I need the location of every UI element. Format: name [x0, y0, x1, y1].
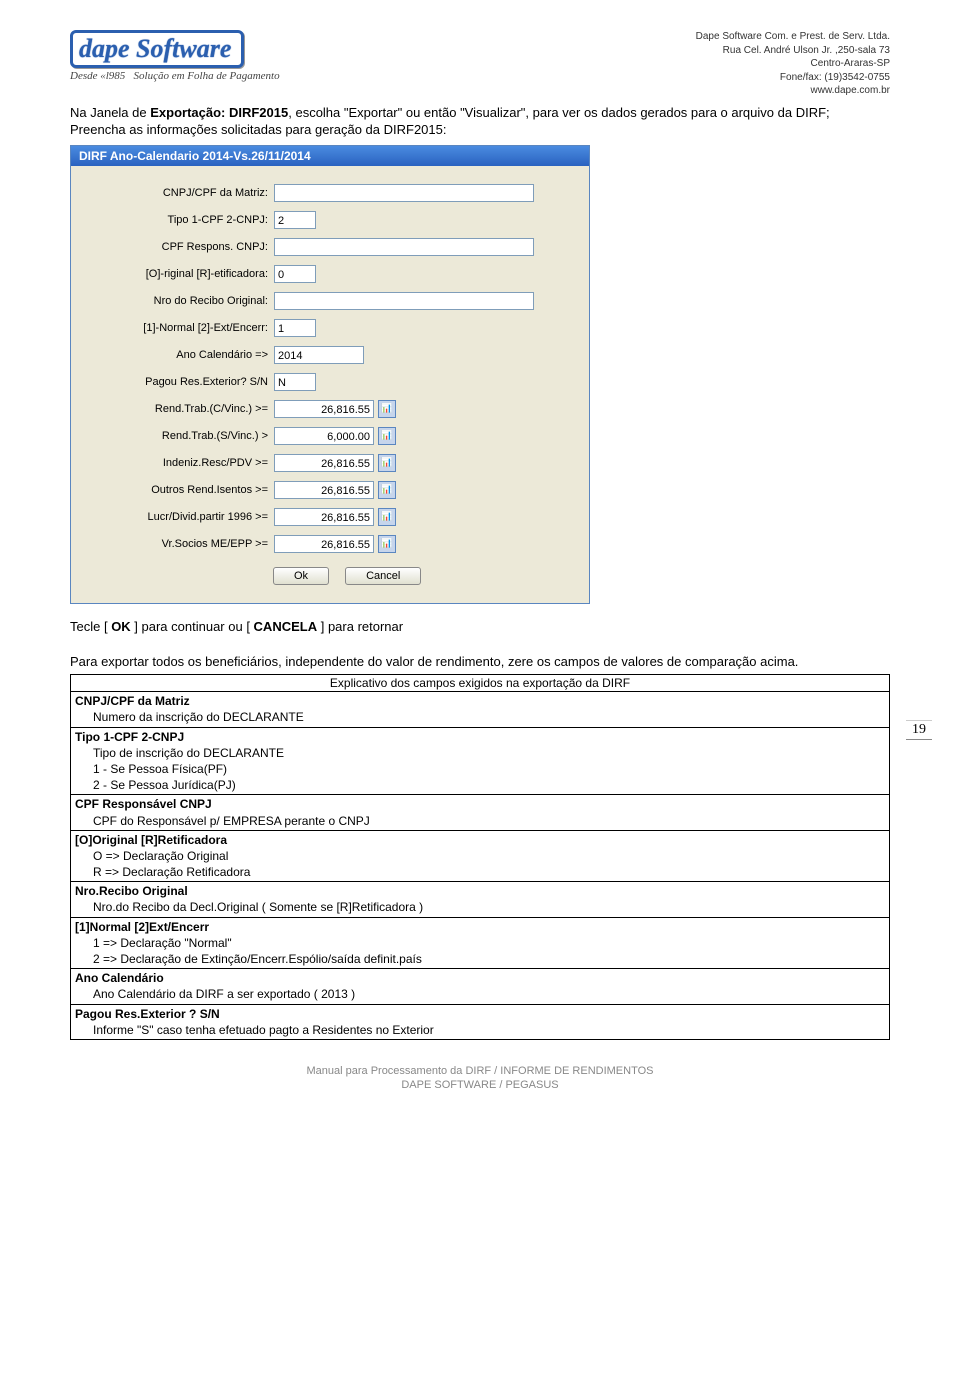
- label-normal: [1]-Normal [2]-Ext/Encerr:: [83, 322, 274, 334]
- input-indeniz[interactable]: 26,816.55: [274, 454, 374, 472]
- input-tipo[interactable]: 2: [274, 211, 316, 229]
- label-recibo: Nro do Recibo Original:: [83, 295, 274, 307]
- logo-tagline: Desde «l985 Solução em Folha de Pagament…: [70, 70, 280, 82]
- page-number: 19: [906, 720, 932, 740]
- table-row: Ano Calendário Ano Calendário da DIRF a …: [71, 968, 889, 1003]
- label-pagou: Pagou Res.Exterior? S/N: [83, 376, 274, 388]
- input-cnpj-cpf[interactable]: [274, 184, 534, 202]
- input-orig[interactable]: 0: [274, 265, 316, 283]
- input-pagou[interactable]: N: [274, 373, 316, 391]
- intro-paragraph: Na Janela de Exportação: DIRF2015, escol…: [70, 104, 890, 139]
- logo-main-text: dape Software: [79, 36, 231, 62]
- table-row: [O]Original [R]Retificadora O => Declara…: [71, 830, 889, 882]
- label-indeniz: Indeniz.Resc/PDV >=: [83, 457, 274, 469]
- logo-box: dape Software: [70, 30, 244, 68]
- company-info: Dape Software Com. e Prest. de Serv. Ltd…: [696, 30, 890, 98]
- input-lucro[interactable]: 26,816.55: [274, 508, 374, 526]
- input-cpf-resp[interactable]: [274, 238, 534, 256]
- table-row: [1]Normal [2]Ext/Encerr 1 => Declaração …: [71, 917, 889, 969]
- logo-block: dape Software Desde «l985 Solução em Fol…: [70, 30, 280, 82]
- calculator-icon[interactable]: 📊: [378, 481, 396, 499]
- label-lucro: Lucr/Divid.partir 1996 >=: [83, 511, 274, 523]
- explanatory-table: Explicativo dos campos exigidos na expor…: [70, 674, 890, 1040]
- label-orig: [O]-riginal [R]-etificadora:: [83, 268, 274, 280]
- table-row: Nro.Recibo Original Nro.do Recibo da Dec…: [71, 881, 889, 916]
- input-rend-cv[interactable]: 26,816.55: [274, 400, 374, 418]
- input-recibo[interactable]: [274, 292, 534, 310]
- calculator-icon[interactable]: 📊: [378, 535, 396, 553]
- table-row: CPF Responsável CNPJ CPF do Responsável …: [71, 794, 889, 829]
- label-rend-sv: Rend.Trab.(S/Vinc.) >: [83, 430, 274, 442]
- mid-text: Tecle [ OK ] para continuar ou [ CANCELA…: [70, 618, 890, 671]
- label-ano: Ano Calendário =>: [83, 349, 274, 361]
- cancel-button[interactable]: Cancel: [345, 567, 421, 585]
- button-bar: Ok Cancel: [83, 561, 577, 595]
- input-outros[interactable]: 26,816.55: [274, 481, 374, 499]
- input-normal[interactable]: 1: [274, 319, 316, 337]
- calculator-icon[interactable]: 📊: [378, 508, 396, 526]
- dirf-dialog: DIRF Ano-Calendario 2014-Vs.26/11/2014 C…: [70, 145, 590, 604]
- label-rend-cv: Rend.Trab.(C/Vinc.) >=: [83, 403, 274, 415]
- dialog-form: CNPJ/CPF da Matriz: Tipo 1-CPF 2-CNPJ: 2…: [71, 166, 589, 603]
- table-row: CNPJ/CPF da Matriz Numero da inscrição d…: [71, 691, 889, 726]
- input-socios[interactable]: 26,816.55: [274, 535, 374, 553]
- label-tipo: Tipo 1-CPF 2-CNPJ:: [83, 214, 274, 226]
- table-row: Pagou Res.Exterior ? S/N Informe "S" cas…: [71, 1004, 889, 1039]
- label-socios: Vr.Socios ME/EPP >=: [83, 538, 274, 550]
- calculator-icon[interactable]: 📊: [378, 454, 396, 472]
- label-cpf-resp: CPF Respons. CNPJ:: [83, 241, 274, 253]
- input-rend-sv[interactable]: 6,000.00: [274, 427, 374, 445]
- calculator-icon[interactable]: 📊: [378, 427, 396, 445]
- table-title: Explicativo dos campos exigidos na expor…: [71, 675, 889, 691]
- label-cnpj-cpf: CNPJ/CPF da Matriz:: [83, 187, 274, 199]
- footer: Manual para Processamento da DIRF / INFO…: [70, 1064, 890, 1093]
- dialog-titlebar: DIRF Ano-Calendario 2014-Vs.26/11/2014: [71, 146, 589, 166]
- ok-button[interactable]: Ok: [273, 567, 329, 585]
- input-ano[interactable]: 2014: [274, 346, 364, 364]
- calculator-icon[interactable]: 📊: [378, 400, 396, 418]
- header: dape Software Desde «l985 Solução em Fol…: [70, 30, 890, 98]
- label-outros: Outros Rend.Isentos >=: [83, 484, 274, 496]
- table-row: Tipo 1-CPF 2-CNPJ Tipo de inscrição do D…: [71, 727, 889, 795]
